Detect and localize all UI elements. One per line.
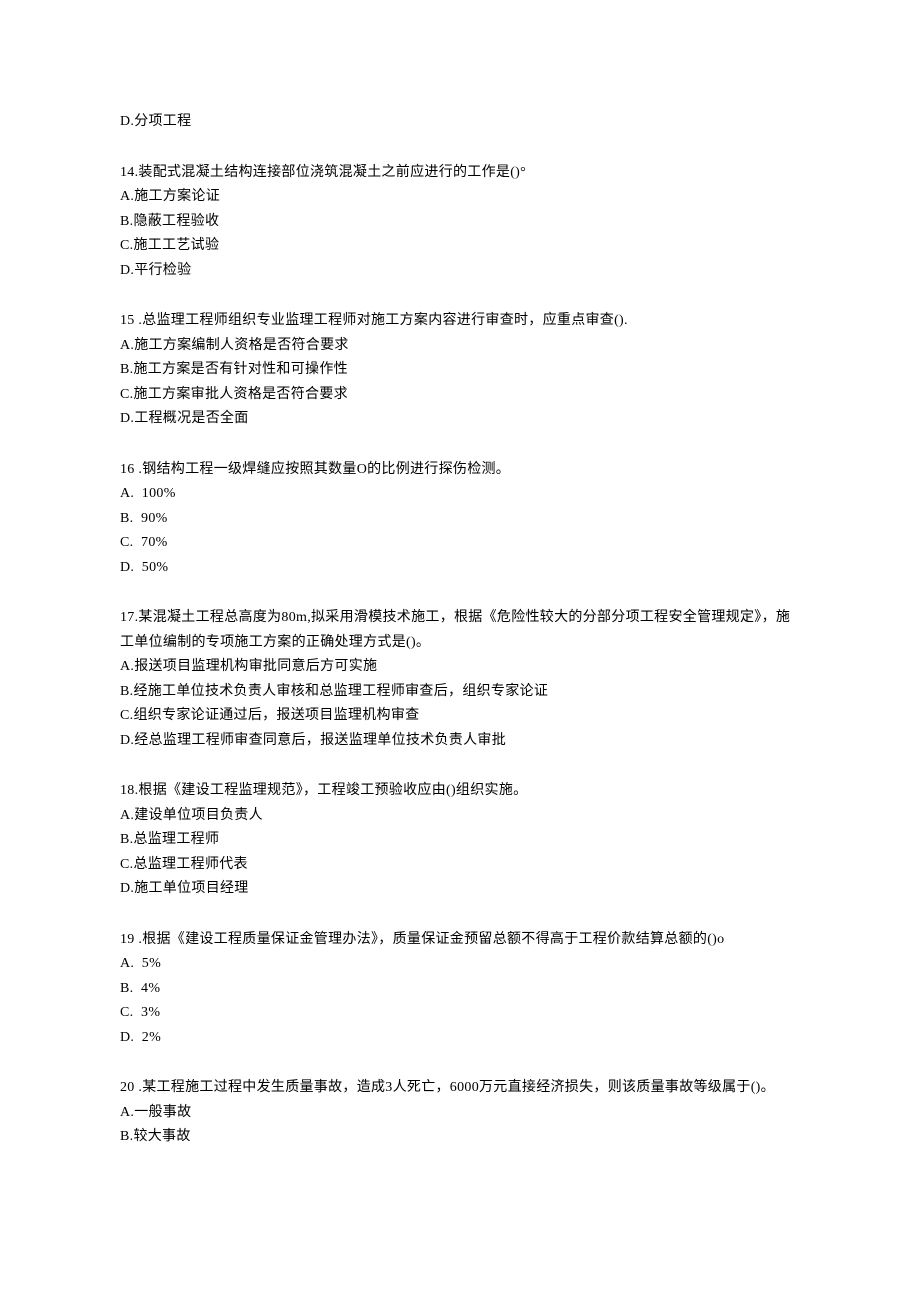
option-d: D. 50% [120, 556, 800, 581]
option-c: C.组织专家论证通过后，报送项目监理机构审查 [120, 704, 800, 729]
option-d: D.经总监理工程师审查同意后，报送监理单位技术负责人审批 [120, 729, 800, 754]
option-c: C. 3% [120, 1001, 800, 1026]
option-d: D. 2% [120, 1026, 800, 1051]
question-stem: 16 .钢结构工程一级焊缝应按照其数量O的比例进行探伤检测。 [120, 458, 800, 483]
question-stem: 19 .根据《建设工程质量保证金管理办法》，质量保证金预留总额不得高于工程价款结… [120, 928, 800, 953]
option-a: A.施工方案编制人资格是否符合要求 [120, 334, 800, 359]
option-a: A. 100% [120, 482, 800, 507]
option-d: D.平行检验 [120, 259, 800, 284]
question-stem: 20 .某工程施工过程中发生质量事故，造成3人死亡，6000万元直接经济损失，则… [120, 1076, 800, 1101]
question-16: 16 .钢结构工程一级焊缝应按照其数量O的比例进行探伤检测。 A. 100% B… [120, 458, 800, 581]
question-15: 15 .总监理工程师组织专业监理工程师对施工方案内容进行审查时，应重点审查().… [120, 309, 800, 432]
option-b: B. 4% [120, 977, 800, 1002]
option-a: A.施工方案论证 [120, 185, 800, 210]
option-a: A. 5% [120, 952, 800, 977]
option-b: B.总监理工程师 [120, 828, 800, 853]
option-b: B.较大事故 [120, 1125, 800, 1150]
option-b: B.施工方案是否有针对性和可操作性 [120, 358, 800, 383]
question-stem: 18.根据《建设工程监理规范》，工程竣工预验收应由()组织实施。 [120, 779, 800, 804]
question-stem: 14.装配式混凝土结构连接部位浇筑混凝土之前应进行的工作是()° [120, 161, 800, 186]
option-b: B. 90% [120, 507, 800, 532]
option-b: B.隐蔽工程验收 [120, 210, 800, 235]
question-17: 17.某混凝土工程总高度为80m,拟采用滑模技术施工，根据《危险性较大的分部分项… [120, 606, 800, 753]
orphan-option-d: D.分项工程 [120, 110, 800, 135]
option-c: C. 70% [120, 531, 800, 556]
option-b: B.经施工单位技术负责人审核和总监理工程师审查后，组织专家论证 [120, 680, 800, 705]
option-d: D.施工单位项目经理 [120, 877, 800, 902]
option-d: D.工程概况是否全面 [120, 407, 800, 432]
option-a: A.报送项目监理机构审批同意后方可实施 [120, 655, 800, 680]
option-a: A.建设单位项目负责人 [120, 804, 800, 829]
question-stem: 17.某混凝土工程总高度为80m,拟采用滑模技术施工，根据《危险性较大的分部分项… [120, 606, 800, 655]
option-c: C.施工方案审批人资格是否符合要求 [120, 383, 800, 408]
option-a: A.一般事故 [120, 1101, 800, 1126]
option-c: C.总监理工程师代表 [120, 853, 800, 878]
question-stem: 15 .总监理工程师组织专业监理工程师对施工方案内容进行审查时，应重点审查(). [120, 309, 800, 334]
question-18: 18.根据《建设工程监理规范》，工程竣工预验收应由()组织实施。 A.建设单位项… [120, 779, 800, 902]
question-19: 19 .根据《建设工程质量保证金管理办法》，质量保证金预留总额不得高于工程价款结… [120, 928, 800, 1051]
question-20: 20 .某工程施工过程中发生质量事故，造成3人死亡，6000万元直接经济损失，则… [120, 1076, 800, 1150]
question-14: 14.装配式混凝土结构连接部位浇筑混凝土之前应进行的工作是()° A.施工方案论… [120, 161, 800, 284]
option-c: C.施工工艺试验 [120, 234, 800, 259]
